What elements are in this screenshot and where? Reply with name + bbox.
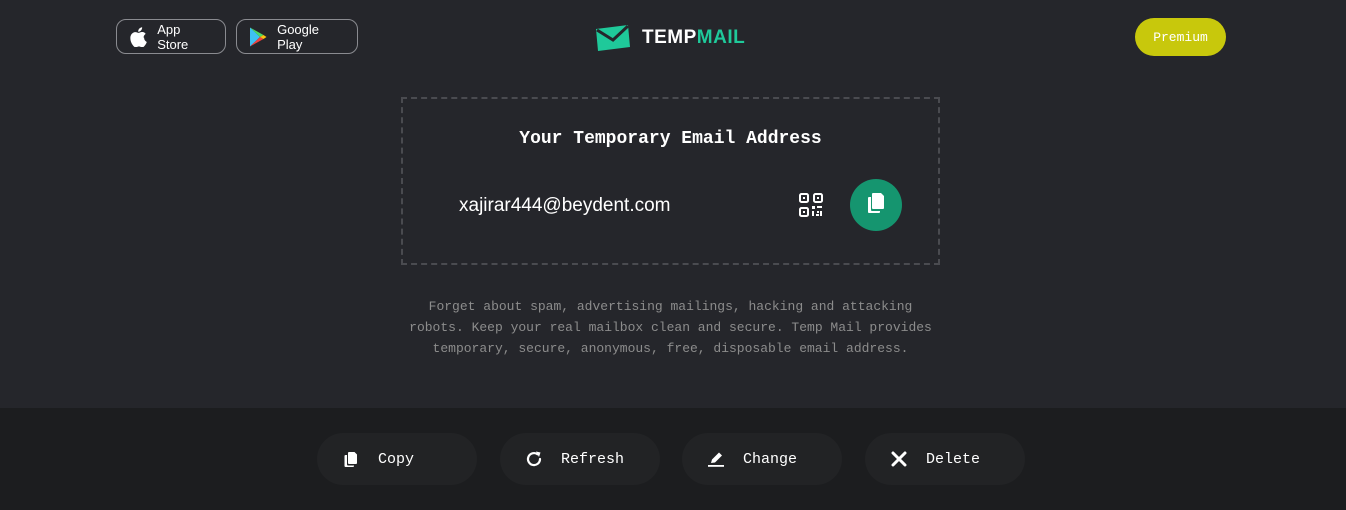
delete-label: Delete [926,450,981,468]
logo-word-temp: TEMP [642,27,697,48]
copy-button[interactable]: Copy [317,433,477,485]
app-store-label: App Store [157,21,189,52]
change-label: Change [743,450,798,468]
refresh-icon [524,449,544,469]
email-card-title: Your Temporary Email Address [519,129,822,149]
refresh-label: Refresh [561,450,625,468]
logo-word-mail: MAIL [696,27,746,48]
qr-code-icon [798,193,824,222]
copy-email-button[interactable] [850,179,902,231]
edit-icon [706,449,726,469]
description-text: Forget about spam, advertising mailings,… [409,299,932,356]
envelope-logo-icon [594,24,632,51]
premium-button[interactable]: Premium [1135,18,1226,56]
change-button[interactable]: Change [682,433,842,485]
page: App Store Google Play TEMP MAIL Premium … [0,0,1346,510]
google-play-button[interactable]: Google Play [236,19,358,54]
email-address-field[interactable] [459,193,779,219]
email-card: Your Temporary Email Address [401,97,940,265]
app-store-button[interactable]: App Store [116,19,226,54]
close-icon [889,449,909,469]
hero-section: App Store Google Play TEMP MAIL Premium … [0,0,1346,408]
delete-button[interactable]: Delete [865,433,1025,485]
copy-label: Copy [378,450,415,468]
apple-icon [127,26,148,48]
qr-code-button[interactable] [798,192,824,218]
copy-icon [866,191,886,220]
google-play-label: Google Play [277,21,320,52]
refresh-button[interactable]: Refresh [500,433,660,485]
google-play-icon [247,26,268,48]
copy-icon [341,449,361,469]
action-bar: Copy Refresh Change Delete [0,408,1346,510]
logo[interactable]: TEMP MAIL [594,24,745,52]
